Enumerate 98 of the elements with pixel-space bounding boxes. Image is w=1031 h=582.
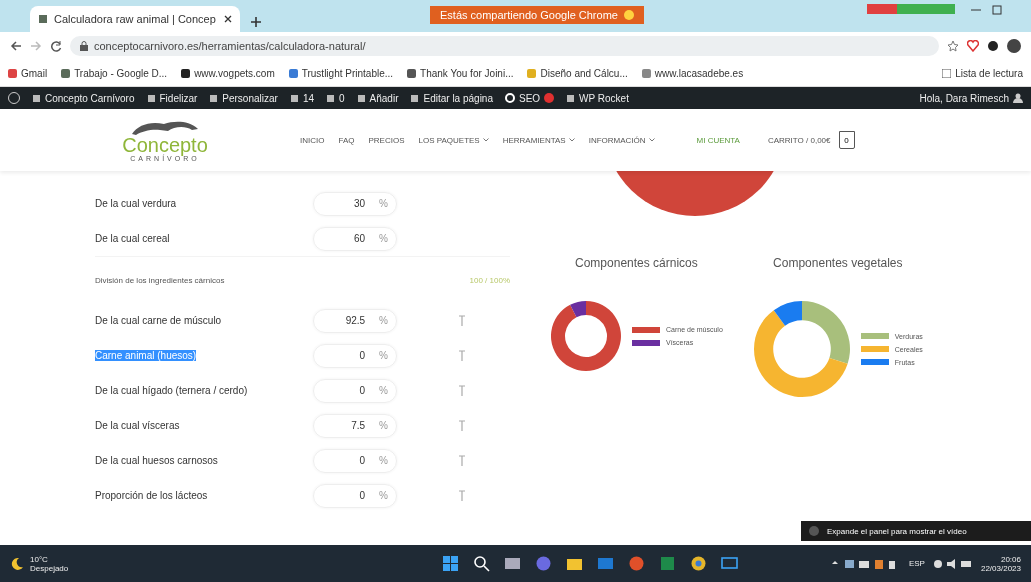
chart-title: Componentes cárnicos: [575, 256, 698, 270]
video-hint: Expande el panel para mostrar el vídeo: [801, 521, 1031, 541]
admin-bar-link[interactable]: Añadir: [356, 92, 399, 104]
seo-icon: [505, 93, 515, 103]
field-label: De la cual cereal: [95, 233, 170, 244]
bookmark[interactable]: Diseño and Cálcu...: [527, 67, 628, 79]
circle-icon: [623, 10, 634, 20]
admin-icon: [566, 93, 576, 103]
admin-bar-link[interactable]: 14: [289, 92, 314, 104]
bookmark-icon: [288, 68, 298, 78]
mail-icon[interactable]: [597, 555, 615, 572]
system-icons-drawing[interactable]: [932, 557, 973, 570]
legend-swatch: [860, 359, 889, 365]
legend-swatch: [632, 326, 660, 333]
bookmark[interactable]: www.vogpets.com: [181, 67, 275, 79]
circle-icon[interactable]: [535, 555, 553, 572]
bookmark-icon: [181, 68, 191, 78]
field-label: De la cual huesos carnosos: [95, 455, 218, 466]
admin-bar-link[interactable]: SEO: [505, 92, 555, 104]
legend-swatch: [860, 346, 889, 352]
lock-icon: [80, 41, 88, 51]
search-icon[interactable]: [473, 555, 491, 572]
legend-swatch: [860, 333, 889, 339]
sharing-text: Estás compartiendo Google Chrome: [440, 9, 618, 21]
clock[interactable]: 20:06 22/03/2023: [980, 554, 1021, 573]
reload-icon[interactable]: [50, 40, 62, 52]
close-icon[interactable]: [224, 15, 232, 23]
heart-icon[interactable]: [967, 40, 979, 52]
browser-tab[interactable]: Calculadora raw animal | Concep: [30, 6, 240, 32]
chart-title: Componentes vegetales: [773, 256, 903, 270]
field-label: Proporción de los lácteos: [95, 490, 208, 501]
field-label: De la cual hígado (ternera / cerdo): [95, 385, 248, 396]
field-label: De la cual verdura: [95, 198, 177, 209]
bookmark[interactable]: Trabajo - Google D...: [61, 67, 168, 79]
address-bar[interactable]: conceptocarnivoro.es/herramientas/calculadora-natural/: [70, 36, 939, 56]
admin-bar-link[interactable]: Fidelizar: [146, 92, 198, 104]
reading-list[interactable]: Lista de lectura: [942, 67, 1023, 79]
nav-link[interactable]: FAQ: [338, 135, 355, 145]
field-label: Carne animal (huesos): [95, 350, 197, 361]
nav-link[interactable]: PRECIOS: [368, 135, 405, 145]
cart-count[interactable]: 0: [838, 131, 855, 149]
url-text: conceptocarnivoro.es/herramientas/calculadora-natural/: [94, 40, 366, 52]
tab-title: Calculadora raw animal | Concep: [54, 13, 217, 25]
bookmark[interactable]: Trustlight Printable...: [288, 67, 394, 79]
sheet-icon[interactable]: [659, 555, 677, 572]
bookmark-icon: [8, 68, 17, 78]
admin-icon: [209, 93, 219, 103]
monitor-icon[interactable]: [721, 555, 739, 572]
avatar-icon[interactable]: [1007, 39, 1021, 53]
back-icon[interactable]: [10, 40, 22, 52]
windows-icon[interactable]: [442, 555, 460, 572]
moon-icon: [10, 556, 24, 571]
bookmark[interactable]: Thank You for Joini...: [407, 67, 514, 79]
window-icon[interactable]: [504, 555, 522, 572]
bookmark[interactable]: www.lacasadebe.es: [641, 67, 744, 79]
chrome-icon[interactable]: [690, 555, 708, 572]
star-icon[interactable]: [947, 40, 959, 52]
temperature-text: 10°C: [30, 554, 49, 564]
user-icon: [1013, 93, 1023, 103]
bookmark[interactable]: Gmail: [8, 67, 48, 79]
nav-link[interactable]: HERRAMIENTAS: [502, 135, 575, 145]
admin-icon: [146, 93, 156, 103]
status-dot-icon: [544, 93, 555, 103]
admin-icon: [356, 93, 366, 103]
nav-link[interactable]: LOS PAQUETES: [418, 135, 489, 145]
admin-icon: [32, 93, 41, 103]
nav-link[interactable]: INICIO: [300, 135, 325, 145]
account-link[interactable]: MI CUENTA: [696, 135, 740, 145]
nav-link[interactable]: INFORMACIÓN: [588, 135, 655, 145]
cart-link[interactable]: CARRITO / 0,00€: [767, 135, 831, 145]
field-label: De la cual carne de músculo: [95, 315, 222, 326]
bookmark-icon: [527, 68, 537, 78]
extension-icon[interactable]: [987, 40, 999, 52]
circle-icon[interactable]: [628, 555, 646, 572]
admin-bar-link[interactable]: WP Rocket: [566, 92, 629, 104]
total-text: 100 / 100%: [469, 275, 510, 285]
admin-bar-link[interactable]: Personalizar: [209, 92, 278, 104]
plus-icon: [250, 16, 262, 28]
new-tab-button[interactable]: [250, 16, 262, 28]
admin-icon: [326, 93, 335, 103]
weather-text: Despejado: [30, 563, 69, 573]
admin-icon: [289, 93, 299, 103]
account-link[interactable]: Hola, Dara Rimesch: [919, 92, 1023, 104]
circle-icon: [809, 526, 819, 536]
admin-icon: [410, 93, 420, 103]
section-heading: División de los ingredientes cárnicos: [95, 275, 225, 285]
legend-swatch: [632, 339, 660, 346]
bookmark-icon: [641, 68, 651, 78]
field-label: De la cual vísceras: [95, 420, 180, 431]
bookmark-icon: [61, 68, 71, 78]
admin-bar-link[interactable]: 0: [326, 92, 345, 104]
list-icon: [942, 68, 952, 78]
admin-bar-link[interactable]: Editar la página: [410, 92, 493, 104]
bookmark-icon: [407, 68, 417, 78]
admin-bar-link[interactable]: Concepto Carnívoro: [32, 92, 135, 104]
wordpress-icon[interactable]: [8, 92, 20, 104]
page-icon: [38, 14, 48, 24]
language-indicator[interactable]: ESP: [908, 559, 925, 568]
